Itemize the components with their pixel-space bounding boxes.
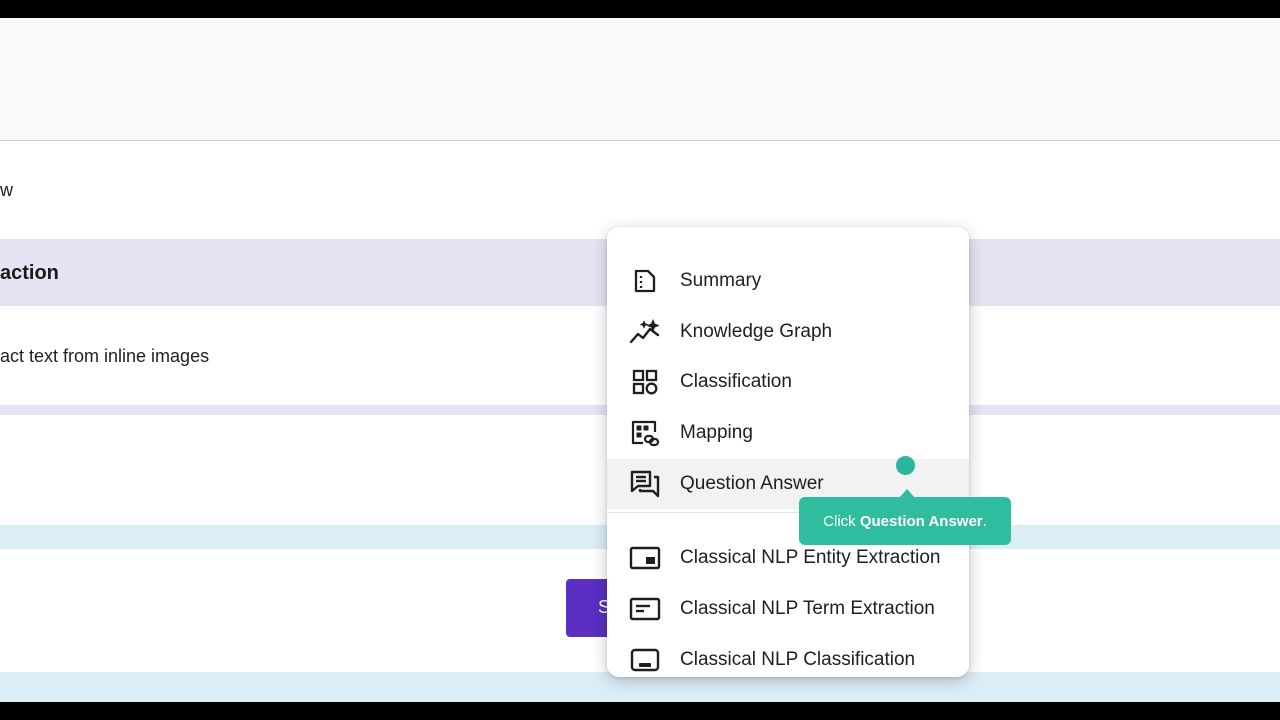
menu-item-mapping[interactable]: Mapping [607,408,969,458]
menu-item-knowledge-graph[interactable]: Knowledge Graph [607,307,969,357]
category-grid-icon [629,366,661,398]
guide-tooltip: Click Question Answer. [799,497,1011,545]
partial-row-label: w [0,180,13,200]
extract-inline-images-option[interactable]: act text from inline images [0,346,209,367]
app-stage: w action act text from inline images S S… [0,18,1280,702]
entity-extraction-icon [629,542,661,574]
top-header-bar [0,18,1280,141]
nlp-classification-icon [629,644,661,676]
menu-item-classification[interactable]: Classification [607,357,969,407]
menu-item-summary[interactable]: Summary [607,256,969,306]
summary-document-icon [629,265,661,297]
mapping-link-icon [629,417,661,449]
question-answer-chat-icon [629,468,661,500]
tooltip-prefix: Click [823,512,860,530]
menu-item-classical-nlp-classification[interactable]: Classical NLP Classification [607,635,969,685]
tooltip-target: Question Answer [859,512,983,530]
knowledge-graph-sparkle-icon [629,316,661,348]
tooltip-suffix: . [982,512,987,530]
term-extraction-icon [629,593,661,625]
menu-item-label: Question Answer [680,473,824,494]
add-task-dropdown-menu: Summary Knowledge Graph Classification M… [607,227,969,677]
menu-item-label: Classification [680,371,792,392]
section-title: action [0,262,59,284]
menu-item-classical-nlp-term-extraction[interactable]: Classical NLP Term Extraction [607,584,969,634]
guide-hotspot-dot[interactable] [896,456,915,475]
menu-item-label: Classical NLP Classification [680,649,916,670]
menu-item-label: Classical NLP Entity Extraction [680,547,941,568]
menu-item-label: Summary [680,270,762,291]
menu-item-label: Knowledge Graph [680,321,833,342]
menu-item-label: Mapping [680,422,753,443]
menu-item-label: Classical NLP Term Extraction [680,598,935,619]
